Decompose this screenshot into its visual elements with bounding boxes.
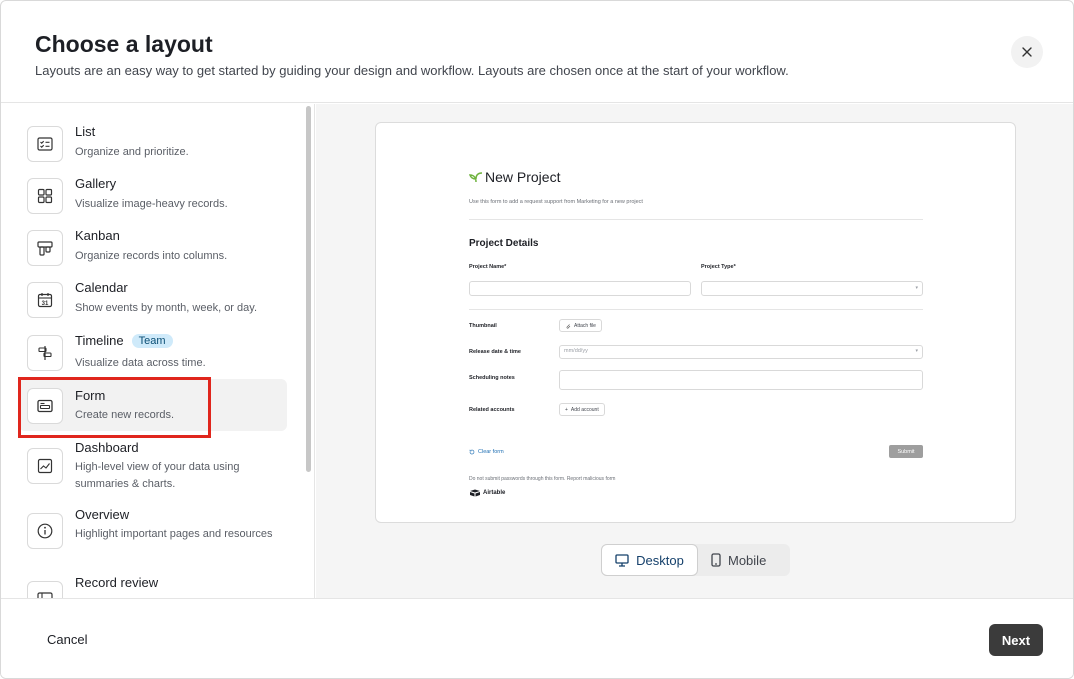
calendar-icon: 31 (37, 293, 53, 308)
chevron-down-icon: ▾ (915, 285, 918, 291)
project-name-input (469, 281, 691, 296)
brand-logo: Airtable (469, 489, 505, 497)
layout-item-timeline[interactable]: Timeline Team Visualize data across time. (19, 331, 287, 383)
attach-file-button: Attach file (559, 319, 602, 332)
layout-item-dashboard[interactable]: Dashboard High-level view of your data u… (19, 438, 287, 494)
layout-modal: Choose a layout Layouts are an easy way … (0, 0, 1074, 679)
layout-item-calendar[interactable]: 31 Calendar Show events by month, week, … (19, 278, 287, 330)
layout-desc: Visualize data across time. (75, 357, 206, 369)
layout-label: Record review (75, 575, 159, 590)
form-icon (37, 399, 53, 413)
layout-preview-area: New Project Use this form to add a reque… (316, 104, 1073, 598)
form-section-title: Project Details (469, 238, 539, 249)
sprout-icon (469, 172, 483, 183)
layout-label: Calendar (75, 280, 128, 295)
close-icon (1022, 47, 1032, 57)
close-button[interactable] (1011, 36, 1043, 68)
layout-desc: Create new records. (75, 409, 175, 421)
form-warning: Do not submit passwords through this for… (469, 476, 616, 482)
grid-icon (37, 188, 53, 204)
desktop-icon (615, 553, 629, 567)
plus-icon: + (565, 406, 568, 413)
mobile-icon (711, 553, 721, 567)
project-type-select: ▾ (701, 281, 923, 296)
page-title: Choose a layout (35, 31, 213, 57)
layout-label: Timeline Team (75, 333, 173, 348)
paperclip-icon (566, 323, 571, 329)
scheduling-notes-input (559, 370, 923, 390)
kanban-icon (37, 241, 53, 256)
team-badge: Team (131, 334, 173, 348)
refresh-icon (469, 449, 475, 455)
layout-label: Overview (75, 507, 130, 522)
layout-label: Dashboard (75, 440, 139, 455)
layout-label: Form (75, 388, 106, 403)
layout-item-form[interactable]: Form Create new records. (19, 379, 287, 431)
layout-desc: Highlight important pages and resources (75, 528, 273, 540)
form-title: New Project (469, 169, 560, 185)
layout-desc: Organize and prioritize. (75, 146, 189, 158)
layout-label: Gallery (75, 176, 117, 191)
layout-list: List Organize and prioritize. Gallery Vi… (1, 104, 315, 598)
field-label: Release date & time (469, 349, 521, 355)
view-toggle: Desktop Mobile (601, 544, 790, 576)
chevron-down-icon: ▾ (915, 348, 918, 354)
next-button[interactable]: Next (989, 624, 1043, 656)
form-preview-card: New Project Use this form to add a reque… (375, 122, 1016, 523)
layout-item-kanban[interactable]: Kanban Organize records into columns. (19, 226, 287, 278)
layout-desc: Organize records into columns. (75, 250, 228, 262)
field-label: Related accounts (469, 407, 515, 413)
layout-desc: Visualize image-heavy records. (75, 198, 228, 210)
form-divider (469, 219, 923, 220)
mobile-toggle[interactable]: Mobile (711, 544, 790, 576)
layout-label: List (75, 124, 96, 139)
layout-item-list[interactable]: List Organize and prioritize. (19, 122, 287, 174)
clear-form-link: Clear form (469, 449, 504, 455)
add-account-button: + Add account (559, 403, 605, 416)
cancel-button[interactable]: Cancel (47, 632, 87, 647)
sidebar-scrollbar[interactable] (306, 106, 311, 472)
release-date-input: mm/dd/yy ▾ (559, 345, 923, 359)
chart-icon (37, 458, 53, 474)
field-label: Scheduling notes (469, 375, 515, 381)
field-label: Thumbnail (469, 323, 497, 329)
layout-desc: Show events by month, week, or day. (75, 302, 257, 314)
info-icon (37, 523, 53, 539)
form-divider (469, 309, 923, 310)
form-description: Use this form to add a request support f… (469, 199, 643, 205)
submit-button: Submit (889, 445, 923, 458)
record-review-icon (37, 592, 53, 598)
checklist-icon (37, 137, 53, 151)
timeline-icon (38, 346, 52, 360)
layout-item-gallery[interactable]: Gallery Visualize image-heavy records. (19, 174, 287, 226)
layout-desc: High-level view of your data using summa… (75, 461, 240, 490)
modal-footer: Cancel Next (1, 598, 1073, 678)
calendar-day-number: 31 (42, 301, 49, 307)
desktop-toggle[interactable]: Desktop (601, 544, 698, 576)
modal-header: Choose a layout Layouts are an easy way … (1, 1, 1073, 103)
field-label: Project Name* (469, 264, 507, 270)
page-subtitle: Layouts are an easy way to get started b… (35, 63, 789, 78)
airtable-logo-icon (470, 489, 480, 497)
layout-item-overview[interactable]: Overview Highlight important pages and r… (19, 505, 287, 561)
layout-label: Kanban (75, 228, 120, 243)
field-label: Project Type* (701, 264, 736, 270)
layout-item-record-review[interactable]: Record review (19, 573, 287, 598)
